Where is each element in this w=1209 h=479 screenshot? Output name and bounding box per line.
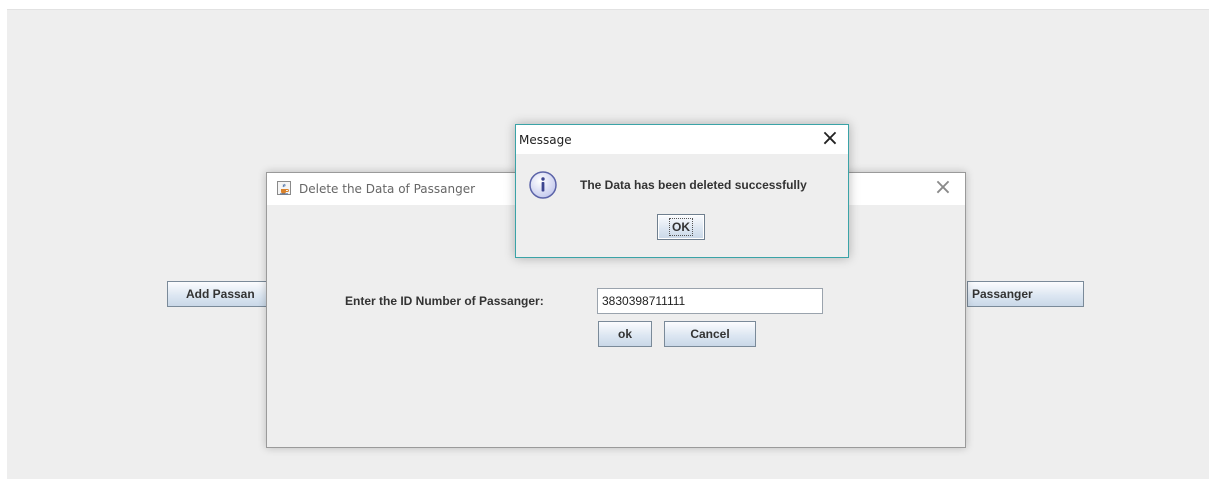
message-text: The Data has been deleted successfully (580, 178, 807, 192)
cancel-button[interactable]: Cancel (664, 321, 756, 347)
ok-button[interactable]: ok (598, 321, 652, 347)
add-passanger-button[interactable]: Add Passan (167, 281, 281, 307)
close-icon[interactable]: × (818, 128, 842, 152)
message-dialog: Message × The Data has been deleted succ… (515, 124, 849, 258)
info-icon (528, 170, 558, 200)
java-cup-icon (277, 181, 291, 195)
delete-dialog-title: Delete the Data of Passanger (299, 182, 476, 196)
id-number-input[interactable] (597, 288, 823, 314)
message-dialog-title: Message (519, 133, 572, 147)
id-number-label: Enter the ID Number of Passanger: (345, 294, 544, 308)
message-dialog-titlebar[interactable]: Message × (516, 125, 848, 154)
close-icon[interactable]: × (931, 177, 955, 201)
message-ok-label: OK (669, 218, 693, 236)
message-ok-button[interactable]: OK (657, 214, 705, 240)
passanger-button[interactable]: Passanger (967, 281, 1084, 307)
